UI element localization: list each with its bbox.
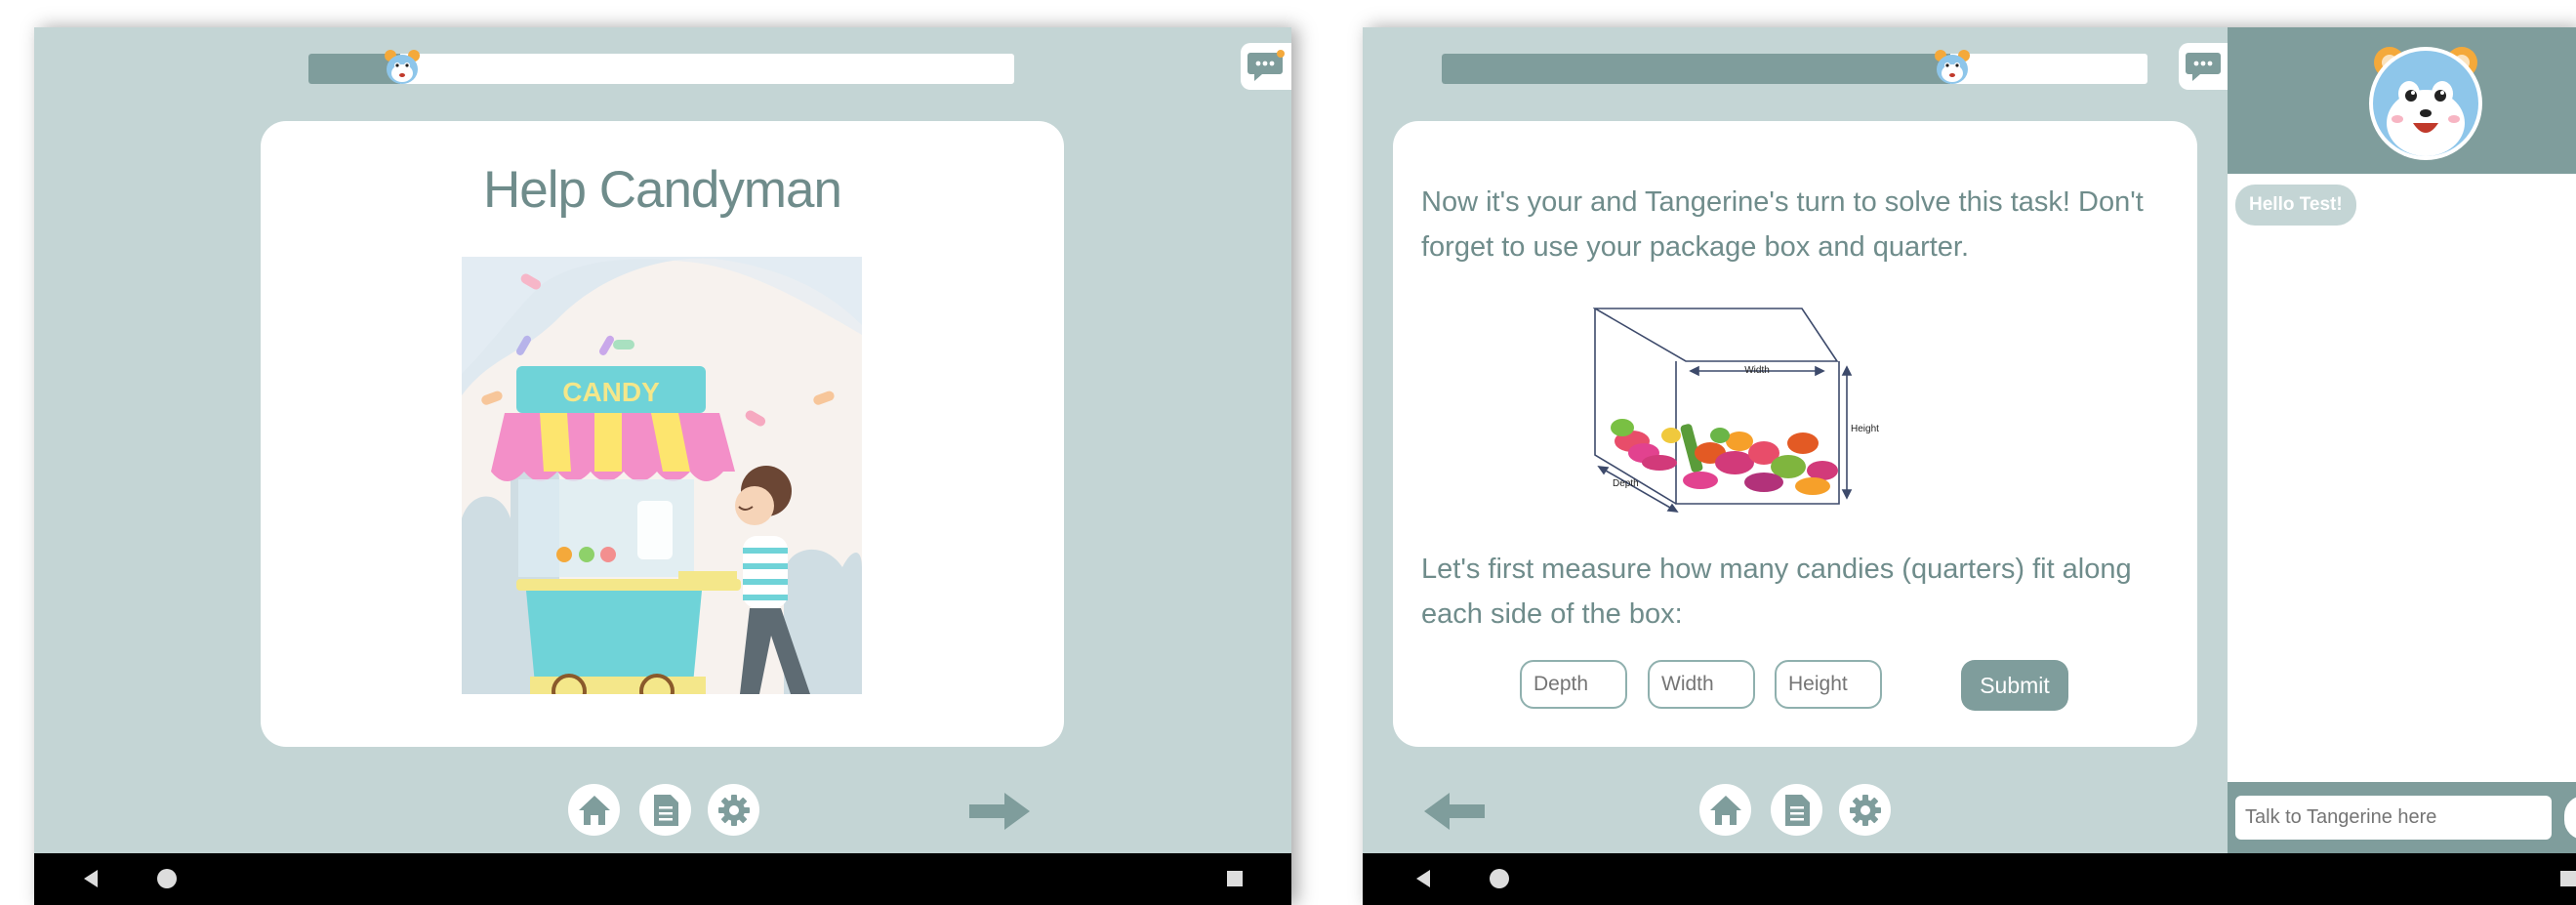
notes-button[interactable] (1771, 784, 1822, 836)
chat-toggle-button[interactable] (2179, 43, 2229, 90)
page-title: Help Candyman (482, 161, 842, 219)
tangerine-avatar (2369, 47, 2482, 160)
next-arrow-icon[interactable] (967, 792, 1032, 831)
mascot-progress-icon (1934, 50, 1970, 84)
gear-icon (717, 794, 750, 826)
document-icon (653, 794, 678, 826)
candy-sign: CANDY (562, 377, 660, 407)
settings-button[interactable] (708, 784, 759, 836)
height-input[interactable] (1775, 660, 1882, 709)
intro-card: Help Candyman CANDY (261, 121, 1064, 747)
task-instruction: Now it's your and Tangerine's turn to so… (1421, 186, 2144, 263)
chat-bubble-icon (2186, 53, 2221, 81)
home-button[interactable] (1699, 784, 1751, 836)
progress-bar (308, 50, 1014, 84)
chat-message: Hello Test! (2235, 185, 2356, 226)
chat-bubble-icon (1247, 50, 1285, 81)
submit-button[interactable]: Submit (1961, 660, 2068, 711)
depth-input[interactable] (1520, 660, 1627, 709)
width-input[interactable] (1648, 660, 1755, 709)
home-button[interactable] (568, 784, 620, 836)
tablet-screen-intro: Help Candyman CANDY (34, 27, 1291, 905)
candyman-illustration: CANDY (462, 257, 862, 694)
previous-arrow-icon[interactable] (1422, 792, 1487, 831)
gear-icon (1849, 794, 1881, 826)
chat-input-bar (2228, 782, 2576, 853)
width-label: Width (1744, 365, 1770, 376)
document-icon (1784, 794, 1810, 826)
android-home-button[interactable] (154, 866, 180, 891)
send-button[interactable] (2564, 796, 2576, 840)
chat-panel: Hello Test! (2228, 27, 2576, 905)
chat-header (2228, 27, 2576, 174)
chat-toggle-button[interactable] (1241, 43, 1291, 90)
android-recents-button[interactable] (1222, 866, 1247, 891)
task-card: Now it's your and Tangerine's turn to so… (1393, 121, 2197, 747)
settings-button[interactable] (1839, 784, 1891, 836)
android-recents-button[interactable] (2556, 866, 2576, 891)
notes-button[interactable] (639, 784, 691, 836)
candies (1611, 419, 1838, 495)
chat-input[interactable] (2235, 796, 2552, 840)
depth-label: Depth (1613, 478, 1639, 489)
android-home-button[interactable] (1487, 866, 1512, 891)
progress-bar (1442, 50, 2147, 84)
home-icon (1709, 795, 1741, 825)
height-label: Height (1851, 424, 1879, 434)
home-icon (578, 795, 610, 825)
mascot-progress-icon (384, 50, 420, 84)
package-box-diagram: Width Height Depth (1593, 308, 1879, 513)
android-nav-bar (34, 853, 1291, 905)
android-back-button[interactable] (78, 866, 103, 891)
android-back-button[interactable] (1411, 866, 1436, 891)
measure-question: Let's first measure how many candies (qu… (1421, 554, 2132, 630)
progress-fill (1442, 54, 1950, 84)
android-nav-bar-extension (2228, 853, 2576, 905)
